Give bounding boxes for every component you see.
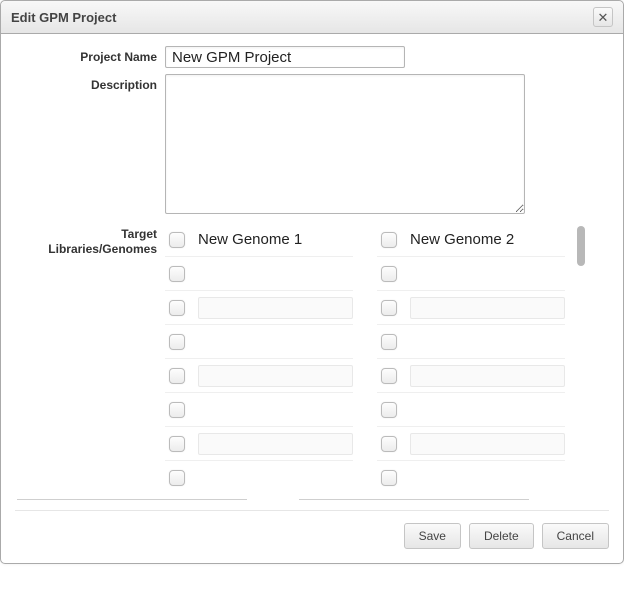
target-checkbox[interactable]	[381, 368, 397, 384]
target-name-field	[410, 433, 565, 455]
target-item	[165, 325, 353, 359]
target-checkbox[interactable]	[169, 436, 185, 452]
targets-row: Target Libraries/Genomes New Genome 1	[15, 223, 609, 503]
targets-scroll-area[interactable]: New Genome 1	[165, 223, 585, 503]
dialog-body: Project Name Description Target Librarie…	[1, 34, 623, 563]
targets-label-line1: Target	[121, 227, 157, 241]
targets-label-line2: Libraries/Genomes	[48, 242, 157, 256]
close-icon: ✕	[598, 11, 609, 24]
target-label: New Genome 2	[410, 231, 514, 248]
target-checkbox[interactable]	[381, 232, 397, 248]
description-label: Description	[15, 74, 165, 93]
target-item	[165, 257, 353, 291]
target-item	[165, 427, 353, 461]
target-item	[377, 427, 565, 461]
target-item	[377, 461, 565, 495]
targets-column-2: New Genome 2	[377, 223, 565, 495]
target-checkbox[interactable]	[381, 436, 397, 452]
target-name-field	[410, 365, 565, 387]
target-item: New Genome 1	[165, 223, 353, 257]
target-checkbox[interactable]	[169, 266, 185, 282]
target-checkbox[interactable]	[169, 300, 185, 316]
target-checkbox[interactable]	[381, 266, 397, 282]
cancel-button[interactable]: Cancel	[542, 523, 609, 549]
target-item	[165, 393, 353, 427]
dialog-titlebar: Edit GPM Project ✕	[1, 1, 623, 34]
edit-gpm-project-dialog: Edit GPM Project ✕ Project Name Descript…	[0, 0, 624, 564]
project-name-label: Project Name	[15, 46, 165, 65]
save-button[interactable]: Save	[404, 523, 461, 549]
targets-panel: New Genome 1	[165, 223, 585, 503]
target-checkbox[interactable]	[381, 300, 397, 316]
description-textarea[interactable]	[165, 74, 525, 214]
target-checkbox[interactable]	[381, 334, 397, 350]
target-item	[377, 291, 565, 325]
target-checkbox[interactable]	[381, 470, 397, 486]
target-item	[377, 359, 565, 393]
target-checkbox[interactable]	[169, 368, 185, 384]
delete-button[interactable]: Delete	[469, 523, 534, 549]
target-checkbox[interactable]	[169, 334, 185, 350]
project-name-row: Project Name	[15, 46, 609, 68]
target-name-field	[410, 297, 565, 319]
target-name-field	[198, 365, 353, 387]
target-checkbox[interactable]	[169, 470, 185, 486]
project-name-input[interactable]	[165, 46, 405, 68]
target-item	[377, 325, 565, 359]
targets-label: Target Libraries/Genomes	[15, 223, 165, 257]
target-item	[165, 291, 353, 325]
targets-column-1: New Genome 1	[165, 223, 353, 495]
scrollbar-thumb[interactable]	[577, 226, 585, 266]
target-label: New Genome 1	[198, 231, 302, 248]
target-checkbox[interactable]	[169, 232, 185, 248]
close-button[interactable]: ✕	[593, 7, 613, 27]
target-checkbox[interactable]	[381, 402, 397, 418]
target-item	[377, 393, 565, 427]
target-item	[165, 461, 353, 495]
target-name-field	[198, 297, 353, 319]
dialog-title: Edit GPM Project	[11, 10, 116, 25]
description-row: Description	[15, 74, 609, 217]
target-checkbox[interactable]	[169, 402, 185, 418]
target-name-field	[198, 433, 353, 455]
target-item	[377, 257, 565, 291]
dialog-button-row: Save Delete Cancel	[15, 510, 609, 549]
target-item	[165, 359, 353, 393]
target-item: New Genome 2	[377, 223, 565, 257]
